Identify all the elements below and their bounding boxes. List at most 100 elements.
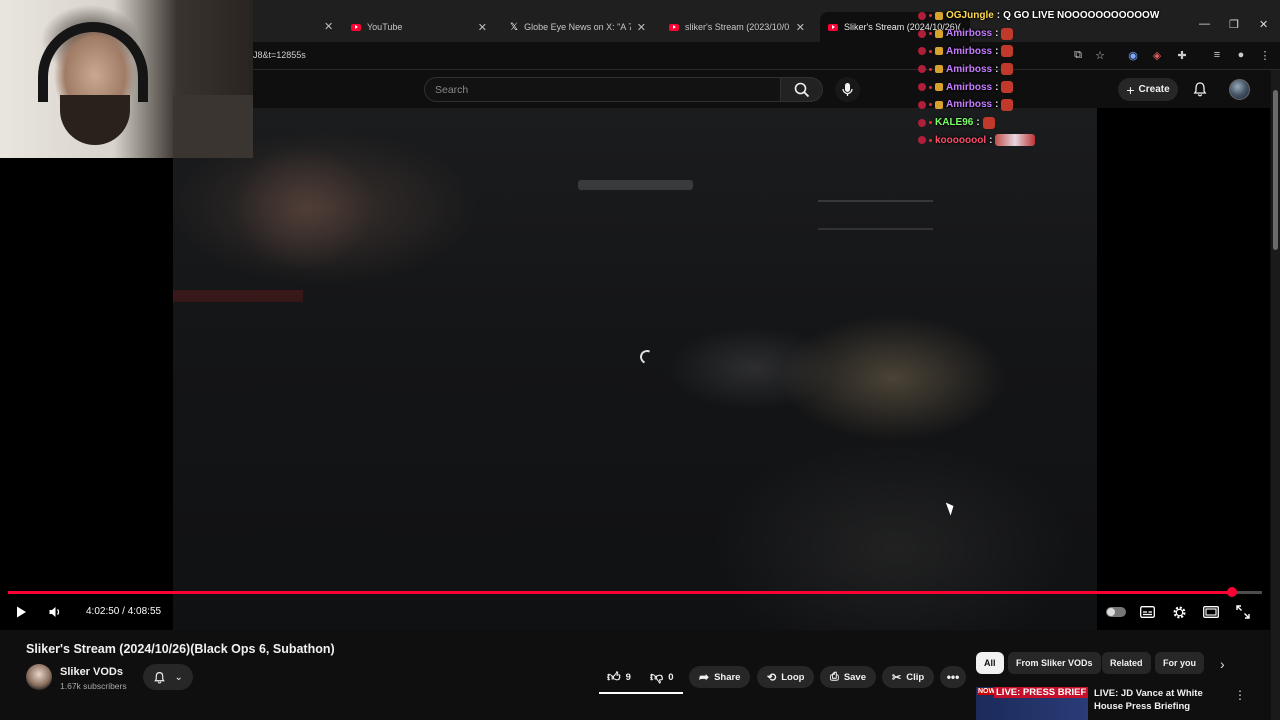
chat-badge-icon: [935, 11, 943, 20]
chat-emote-icon: [1001, 63, 1014, 76]
chip-from-channel[interactable]: From Sliker VODs: [1008, 652, 1101, 674]
chat-dot-icon: [929, 49, 932, 53]
save-button[interactable]: ⎙ Save: [820, 666, 876, 688]
chat-badge-icon: [918, 100, 926, 109]
chat-dot-icon: [929, 32, 932, 36]
minimize-button[interactable]: —: [1199, 18, 1210, 30]
webcam-overlay: [0, 0, 253, 158]
play-button[interactable]: [12, 603, 30, 621]
browser-menu-icon[interactable]: ⋮: [1258, 48, 1272, 62]
chat-dot-icon: [929, 85, 932, 89]
chat-badge-icon: [918, 47, 926, 56]
close-icon[interactable]: ✕: [478, 21, 487, 34]
chat-separator: :: [995, 99, 999, 111]
tab-youtube[interactable]: YouTube ✕: [343, 12, 495, 42]
close-icon[interactable]: ✕: [637, 21, 646, 34]
loop-button[interactable]: ⟲ Loop: [757, 666, 815, 688]
chat-dot-icon: [929, 121, 932, 125]
chat-dot-icon: [929, 14, 932, 18]
chat-message: OGJungle : Q GO LIVE NOOOOOOOOOOOW: [918, 7, 1178, 25]
chat-username: Amirboss: [946, 99, 993, 111]
search-icon: [794, 82, 810, 98]
chat-badge-icon: [918, 118, 926, 127]
channel-name[interactable]: Sliker VODs: [60, 666, 123, 678]
window-close-button[interactable]: ✕: [1259, 18, 1268, 31]
theater-mode-icon: [1203, 606, 1219, 618]
chevron-right-icon[interactable]: ›: [1220, 656, 1225, 672]
bell-icon: [154, 671, 165, 683]
chip-related[interactable]: Related: [1102, 652, 1151, 674]
fullscreen-button[interactable]: [1234, 603, 1252, 621]
webcam-background: [173, 95, 253, 158]
restore-button[interactable]: ❐: [1229, 18, 1239, 31]
chat-badge-icon: [935, 29, 943, 38]
chat-message: Amirboss :: [918, 25, 1178, 43]
chat-message: Amirboss :: [918, 43, 1178, 61]
video-frame: [173, 108, 1097, 630]
chat-badge-icon: [918, 29, 926, 38]
chat-message: Amirboss :: [918, 78, 1178, 96]
theater-mode-button[interactable]: [1202, 603, 1220, 621]
play-icon: [17, 606, 26, 618]
notifications-bell-icon[interactable]: [1192, 81, 1208, 97]
chat-message: Amirboss :: [918, 60, 1178, 78]
channel-avatar[interactable]: [26, 664, 52, 690]
more-actions-button[interactable]: •••: [940, 666, 966, 688]
subscription-bell-button[interactable]: ⌄: [143, 664, 193, 690]
more-vertical-icon[interactable]: ⋮: [1234, 688, 1246, 702]
reading-list-icon[interactable]: ≡: [1210, 48, 1224, 62]
more-horizontal-icon: •••: [946, 670, 960, 684]
youtube-icon: [669, 23, 679, 31]
clip-button[interactable]: ✂ Clip: [882, 666, 935, 688]
recommendation-title[interactable]: LIVE: JD Vance at White House Press Brie…: [1094, 687, 1228, 713]
subtitles-icon: [1139, 606, 1155, 618]
voice-search-button[interactable]: [835, 77, 860, 102]
chat-message: Amirboss :: [918, 96, 1178, 114]
settings-button[interactable]: [1170, 603, 1188, 621]
gear-icon: [1173, 606, 1185, 618]
search-input[interactable]: Search: [424, 77, 781, 102]
progress-bar[interactable]: [8, 587, 1262, 597]
video-content-blur: [578, 180, 693, 190]
time-separator: /: [119, 606, 128, 617]
microphone-icon: [842, 83, 853, 96]
x-logo-icon: 𝕏: [510, 21, 519, 33]
address-bar[interactable]: J8&t=12855s: [253, 50, 306, 60]
scrollbar-thumb[interactable]: [1273, 90, 1278, 250]
chevron-down-icon: ⌄: [174, 671, 183, 683]
chat-text: Q GO LIVE NOOOOOOOOOOOW: [1003, 10, 1160, 22]
like-bar: [599, 692, 683, 694]
volume-button[interactable]: [46, 603, 64, 621]
thumbs-up-icon: 👍︎: [607, 669, 621, 684]
recommendation-thumbnail[interactable]: NOW LIVE: PRESS BRIEF: [976, 687, 1088, 720]
share-icon: ➦: [699, 670, 710, 684]
dislike-button[interactable]: 👎︎ 0: [644, 666, 680, 688]
close-icon[interactable]: ✕: [324, 20, 333, 33]
youtube-icon: [351, 23, 361, 31]
chat-separator: :: [995, 45, 999, 57]
tab-sliker-stream-2023[interactable]: sliker's Stream (2023/10/01)(Su ✕: [661, 12, 813, 42]
close-icon[interactable]: ✕: [796, 21, 805, 34]
search-button[interactable]: [781, 77, 823, 102]
chat-emote-icon: [1001, 27, 1014, 40]
autoplay-toggle[interactable]: [1106, 607, 1126, 617]
page-scrollbar[interactable]: [1271, 70, 1280, 720]
fullscreen-icon: [1236, 605, 1250, 619]
video-player[interactable]: [0, 108, 1270, 630]
share-button[interactable]: ➦ Share: [689, 666, 751, 688]
progress-scrubber[interactable]: [1226, 587, 1237, 597]
subtitles-button[interactable]: [1138, 603, 1156, 621]
tab-globe-eye-news[interactable]: 𝕏 Globe Eye News on X: "A 79-ye ✕: [502, 12, 654, 42]
like-button[interactable]: 👍︎ 9: [599, 666, 639, 688]
chip-for-you[interactable]: For you: [1155, 652, 1204, 674]
chat-badge-icon: [935, 65, 943, 74]
chat-separator: :: [976, 117, 980, 129]
video-content-blur: [173, 290, 303, 302]
chat-badge-icon: [918, 136, 926, 145]
chip-all[interactable]: All: [976, 652, 1004, 674]
profile-icon[interactable]: ●: [1234, 48, 1248, 62]
bookmark-icon: ⎙: [830, 670, 839, 683]
chat-separator: :: [995, 81, 999, 93]
subscriber-count: 1.67k subscribers: [60, 681, 127, 691]
account-avatar[interactable]: [1229, 79, 1250, 100]
